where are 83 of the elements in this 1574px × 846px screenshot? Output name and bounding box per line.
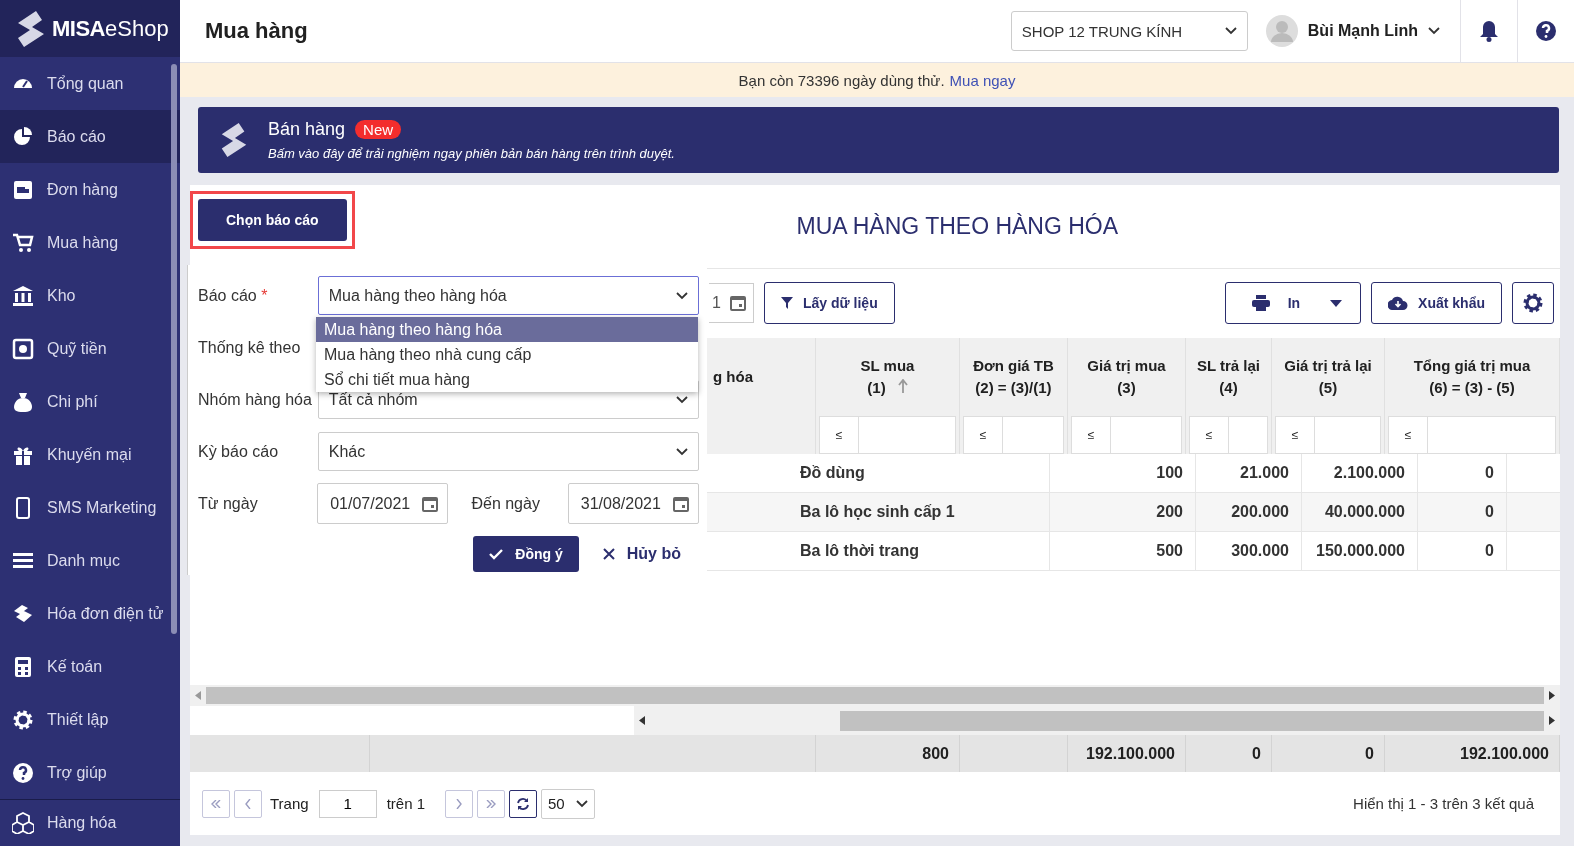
table-cell: 200 <box>1050 492 1196 532</box>
sidebar-item[interactable]: Kế toán <box>0 640 180 693</box>
fetch-data-button[interactable]: Lấy dữ liệu <box>764 282 895 325</box>
page-title: Mua hàng <box>204 18 309 44</box>
column-header[interactable]: Tổng giá trị mua (6) = (3) - (5) <box>1385 337 1560 416</box>
table-cell: 150.000.000 <box>1302 531 1418 571</box>
buy-now-link[interactable]: Mua ngay <box>949 71 1016 89</box>
filter-operator[interactable]: ≤ <box>963 415 1003 454</box>
sidebar-item[interactable]: Hóa đơn điện tử <box>0 587 180 640</box>
promo-banner[interactable]: Bán hàng New Bấm vào đây để trải nghiệm ngay phiên bản bán hàng trên trình duyệt. <box>198 107 1559 173</box>
filter-operator[interactable]: ≤ <box>1388 415 1428 454</box>
page-size-select[interactable]: 50 <box>541 788 595 819</box>
table-cell: 21.000 <box>1196 453 1302 493</box>
sidebar-item[interactable]: Đơn hàng <box>0 163 180 216</box>
table-cell: 300.000 <box>1196 531 1302 571</box>
filter-operator[interactable]: ≤ <box>1071 415 1111 454</box>
trial-notice: Bạn còn 73396 ngày dùng thử. <box>738 71 945 89</box>
promo-title: Bán hàng <box>268 119 346 140</box>
store-select[interactable]: SHOP 12 TRUNG KÍNH <box>1010 11 1248 51</box>
report-select[interactable]: Mua hàng theo hàng hóa <box>317 276 699 315</box>
app-logo: MISAeShop <box>52 15 169 42</box>
filter-operator[interactable]: ≤ <box>1189 415 1229 454</box>
sidebar-item[interactable]: Trợ giúp <box>0 746 180 799</box>
column-header[interactable]: Đơn giá TB (2) = (3)/(1) <box>960 337 1068 416</box>
field-label: Kỳ báo cáo <box>198 442 280 461</box>
table-cell: 2.100.000 <box>1302 453 1418 493</box>
field-label: Nhóm hàng hóa <box>198 390 313 409</box>
dropdown-option[interactable]: Mua hàng theo nhà cung cấp <box>316 342 698 367</box>
total-cell: 0 <box>1186 735 1272 773</box>
total-cell: 192.100.000 <box>1385 735 1560 773</box>
page-label: Trang <box>270 795 309 813</box>
total-cell: 800 <box>816 735 960 773</box>
table-cell: 0 <box>1418 531 1507 571</box>
new-badge: New <box>355 120 402 139</box>
date-field[interactable]: 31/08/2021 <box>567 483 699 524</box>
sidebar-item[interactable]: SMS Marketing <box>0 481 180 534</box>
results-summary: Hiển thị 1 - 3 trên 3 kết quả <box>1353 795 1535 813</box>
table-cell: 40.000.000 <box>1302 492 1418 532</box>
report-title: MUA HÀNG THEO HÀNG HÓA <box>795 212 1120 240</box>
user-name[interactable]: Bùi Mạnh Linh <box>1307 22 1418 40</box>
dropdown-option[interactable]: Mua hàng theo hàng hóa <box>316 317 698 342</box>
column-header[interactable]: SL trả lại (4) <box>1186 337 1272 416</box>
cancel-button[interactable]: Hủy bỏ <box>592 545 691 563</box>
total-cell: 0 <box>1272 735 1385 773</box>
total-cell: 192.100.000 <box>1068 735 1186 773</box>
table-cell: 200.000 <box>1196 492 1302 532</box>
table-cell: 500 <box>1050 531 1196 571</box>
filter-operator[interactable]: ≤ <box>1275 415 1315 454</box>
page-count: trên 1 <box>386 795 425 813</box>
table-cell: 0 <box>1418 492 1507 532</box>
promo-subtitle: Bấm vào đây để trải nghiệm ngay phiên bản bán hàng trên trình duyệt. <box>268 146 675 161</box>
sidebar-item[interactable]: Tổng quan <box>0 57 180 110</box>
field-label: Từ ngày <box>198 494 259 513</box>
confirm-button[interactable]: Đồng ý <box>473 536 579 572</box>
table-cell: Ba lô thời trang <box>788 531 1050 571</box>
sidebar-item[interactable]: Chi phí <box>0 375 180 428</box>
sidebar-item[interactable]: Quỹ tiền <box>0 322 180 375</box>
sidebar-item[interactable]: Báo cáo <box>0 110 180 163</box>
sidebar-item[interactable]: Mua hàng <box>0 216 180 269</box>
sidebar-item[interactable]: Khuyến mại <box>0 428 180 481</box>
sidebar-item[interactable]: Danh mục <box>0 534 180 587</box>
print-button[interactable]: In <box>1224 282 1362 325</box>
filter-operator[interactable]: ≤ <box>819 415 859 454</box>
column-header[interactable]: SL mua (1) <box>816 337 960 416</box>
period-select[interactable]: Khác <box>317 432 699 471</box>
table-cell: Đồ dùng <box>788 453 1050 493</box>
table-cell: Ba lô học sinh cấp 1 <box>788 492 1050 532</box>
choose-report-button[interactable]: Chọn báo cáo <box>198 199 347 242</box>
sidebar-item[interactable]: Kho <box>0 269 180 322</box>
page-field[interactable]: 1 <box>318 789 377 818</box>
field-label: Thống kê theo <box>198 338 302 357</box>
date-field[interactable]: 01/07/2021 <box>317 483 449 524</box>
sidebar-item[interactable]: Hàng hóa <box>0 799 180 846</box>
column-header[interactable]: Giá trị trả lại (5) <box>1272 337 1385 416</box>
table-cell: 0 <box>1418 453 1507 493</box>
column-header[interactable]: Giá trị mua (3) <box>1068 337 1186 416</box>
sidebar-item[interactable]: Thiết lập <box>0 693 180 746</box>
column-header[interactable]: g hóa <box>707 337 816 416</box>
date-field[interactable]: 1 <box>709 283 754 324</box>
field-label: Đến ngày <box>470 494 541 513</box>
field-label: Báo cáo * <box>198 286 269 305</box>
table-cell: 100 <box>1050 453 1196 493</box>
export-button[interactable]: Xuất khẩu <box>1371 282 1502 325</box>
